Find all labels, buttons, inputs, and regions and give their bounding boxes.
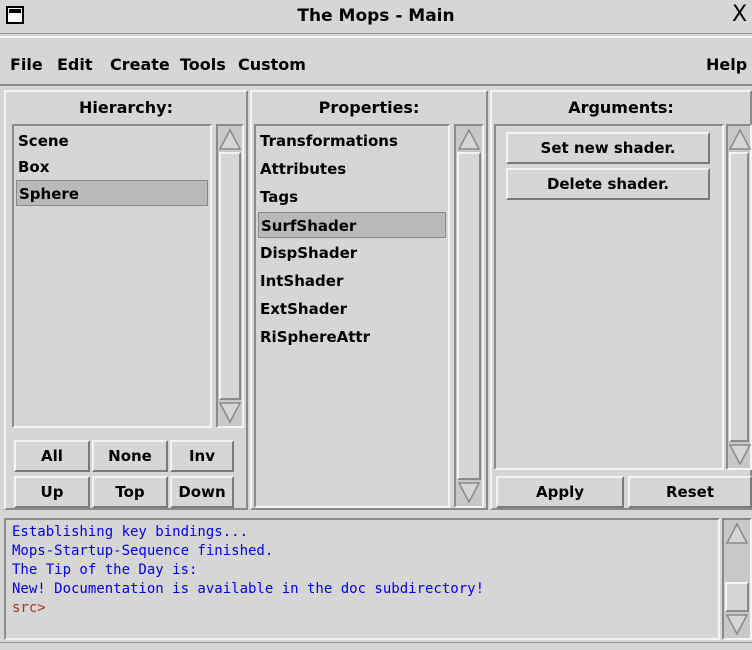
list-item[interactable]: IntShader [258,268,446,294]
arrow-down-icon[interactable] [726,614,748,636]
title-bar: The Mops - Main X [0,0,752,34]
console-line: Establishing key bindings... [12,524,249,540]
console-line: Mops-Startup-Sequence finished. [12,543,274,559]
arrow-up-icon[interactable] [726,522,748,544]
arguments-area: Set new shader. Delete shader. [494,124,724,470]
list-item[interactable]: Attributes [258,156,446,182]
up-button[interactable]: Up [14,476,90,508]
hierarchy-title: Hierarchy: [78,98,173,117]
console-prompt[interactable]: src> [12,600,46,616]
scroll-thumb[interactable] [729,152,749,442]
arguments-scrollbar[interactable] [726,124,752,470]
menu-custom[interactable]: Custom [238,55,306,74]
arrow-down-icon[interactable] [219,402,241,424]
menu-create[interactable]: Create [110,55,170,74]
arrow-up-icon[interactable] [729,128,751,150]
close-icon[interactable]: X [732,2,747,28]
console-output[interactable]: Establishing key bindings... Mops-Startu… [4,518,720,640]
properties-list[interactable]: Transformations Attributes Tags SurfShad… [254,124,450,508]
apply-button[interactable]: Apply [496,476,624,508]
list-item[interactable]: Transformations [258,128,446,154]
bottom-border [0,642,752,650]
list-item-selected[interactable]: SurfShader [258,212,446,238]
menu-tools[interactable]: Tools [180,55,226,74]
properties-title: Properties: [318,98,420,117]
properties-pane: Properties: Transformations Attributes T… [250,90,488,510]
select-all-button[interactable]: All [14,440,90,472]
reset-button[interactable]: Reset [628,476,752,508]
console-scrollbar[interactable] [722,518,752,640]
list-item[interactable]: ExtShader [258,296,446,322]
menu-bar: File Edit Create Tools Custom Help [0,36,752,86]
down-button[interactable]: Down [170,476,234,508]
window-title: The Mops - Main [297,6,455,26]
arguments-title: Arguments: [568,98,674,117]
list-item[interactable]: Tags [258,184,446,210]
hierarchy-pane: Hierarchy: Scene Box Sphere All None Inv… [4,90,248,510]
properties-scrollbar[interactable] [454,124,484,508]
arguments-pane: Arguments: Set new shader. Delete shader… [490,90,752,510]
scroll-thumb[interactable] [457,152,481,480]
scroll-thumb[interactable] [725,582,749,612]
scroll-thumb[interactable] [219,152,241,400]
arrow-down-icon[interactable] [729,444,751,466]
menu-help[interactable]: Help [706,55,747,74]
arrow-up-icon[interactable] [219,128,241,150]
delete-shader-button[interactable]: Delete shader. [506,168,710,200]
invert-selection-button[interactable]: Inv [170,440,234,472]
list-item[interactable]: Scene [16,128,208,154]
list-item[interactable]: RiSphereAttr [258,324,446,350]
list-item[interactable]: Box [16,154,208,180]
arrow-down-icon[interactable] [458,482,480,504]
list-item[interactable]: DispShader [258,240,446,266]
top-button[interactable]: Top [92,476,168,508]
hierarchy-list[interactable]: Scene Box Sphere [12,124,212,428]
console-line: The Tip of the Day is: [12,562,198,578]
arrow-up-icon[interactable] [458,128,480,150]
menu-edit[interactable]: Edit [57,55,93,74]
hierarchy-scrollbar[interactable] [216,124,244,428]
console-line: New! Documentation is available in the d… [12,581,485,597]
set-new-shader-button[interactable]: Set new shader. [506,132,710,164]
list-item-selected[interactable]: Sphere [16,180,208,206]
menu-file[interactable]: File [10,55,43,74]
select-none-button[interactable]: None [92,440,168,472]
